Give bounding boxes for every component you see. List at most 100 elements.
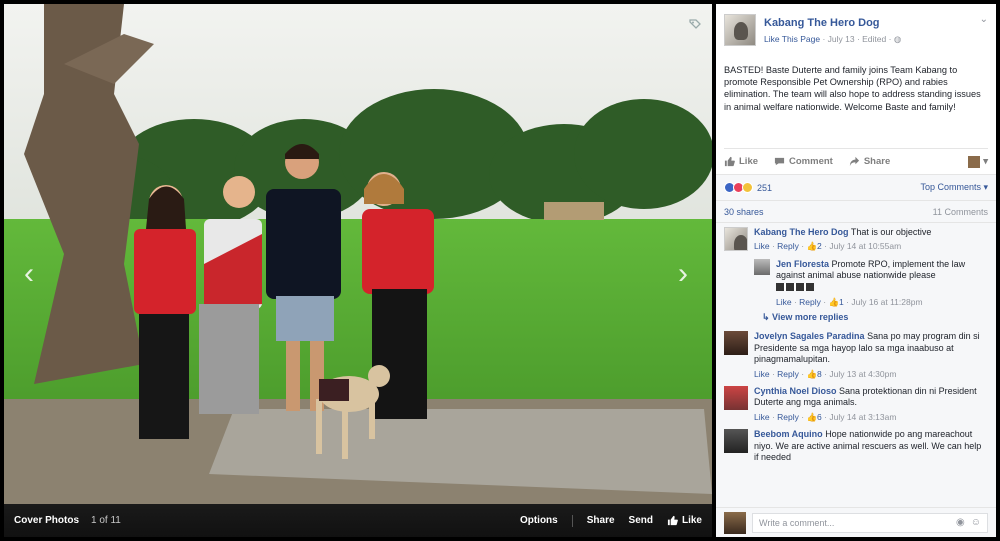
photo-bar-actions: Options Share Send Like xyxy=(520,514,702,527)
commenter-name[interactable]: Kabang The Hero Dog xyxy=(754,227,849,237)
like-page-link[interactable]: Like This Page xyxy=(764,34,820,44)
comment: Jovelyn Sagales Paradina Sana po may pro… xyxy=(724,331,988,380)
view-more-replies-link[interactable]: ↳ View more replies xyxy=(762,312,988,323)
commenter-name[interactable]: Jen Floresta xyxy=(776,259,829,269)
comment-body: Beebom Aquino Hope nationwide po ang mar… xyxy=(754,429,988,463)
post-header-text: Kabang The Hero Dog Like This Page · Jul… xyxy=(756,14,901,56)
send-button[interactable]: Send xyxy=(629,515,653,526)
shares-row: 30 shares 11 Comments xyxy=(716,200,996,222)
page-avatar[interactable] xyxy=(724,14,756,46)
thumbs-up-icon xyxy=(667,515,678,526)
photo xyxy=(4,4,712,504)
comment-like-link[interactable]: Like xyxy=(754,369,770,379)
write-comment-row: Write a comment... ◉ ☺ xyxy=(716,507,996,537)
edited-label[interactable]: Edited xyxy=(862,34,886,44)
emoji-row xyxy=(776,282,988,294)
comment-body: Jen Floresta Promote RPO, implement the … xyxy=(776,259,988,309)
like-label: Like xyxy=(681,515,702,526)
like-button[interactable]: Like xyxy=(667,515,702,526)
share-button[interactable]: Share xyxy=(587,515,615,526)
commenter-name[interactable]: Jovelyn Sagales Paradina xyxy=(754,331,865,341)
commenter-avatar[interactable] xyxy=(724,386,748,411)
comment-like-link[interactable]: Like xyxy=(776,297,792,307)
photo-stage: ‹ › Cover Photos 1 of 11 Options Share S… xyxy=(4,4,712,537)
thumbs-up-icon: 👍 xyxy=(806,241,818,252)
comment: Cynthia Noel Dioso Sana protektionan din… xyxy=(724,386,988,423)
album-name-link[interactable]: Cover Photos xyxy=(14,515,79,526)
comment-footer: Like · Reply · 👍1 · July 16 at 11:28pm xyxy=(776,297,923,308)
post-header: Kabang The Hero Dog Like This Page · Jul… xyxy=(716,4,996,56)
comment: Beebom Aquino Hope nationwide po ang mar… xyxy=(724,429,988,463)
comment-text: That is our objective xyxy=(850,227,932,237)
comment-reply: Jen Floresta Promote RPO, implement the … xyxy=(754,258,988,309)
commenter-avatar[interactable] xyxy=(724,429,748,454)
sticker-icon[interactable]: ☺ xyxy=(971,517,981,528)
reactions-row: 251 Top Comments ▾ xyxy=(716,174,996,200)
camera-icon[interactable]: ◉ xyxy=(956,517,965,528)
thumbs-up-icon: 👍 xyxy=(806,368,818,379)
comment-reply-link[interactable]: Reply xyxy=(777,241,799,251)
viewer-avatar xyxy=(968,155,981,168)
previous-photo-arrow-icon[interactable]: ‹ xyxy=(18,254,40,294)
comment-body: Cynthia Noel Dioso Sana protektionan din… xyxy=(754,386,988,423)
shares-link[interactable]: 30 shares xyxy=(724,207,764,217)
options-button[interactable]: Options xyxy=(520,515,558,526)
photo-bar: Cover Photos 1 of 11 Options Share Send … xyxy=(4,504,712,537)
post-text: BASTED! Baste Duterte and family joins T… xyxy=(724,65,981,112)
comment-footer: Like · Reply · 👍6 · July 14 at 3:13am xyxy=(754,411,897,422)
caret-down-icon: ▾ xyxy=(983,156,988,167)
share-icon xyxy=(849,156,859,167)
top-comments-dropdown[interactable]: Top Comments ▾ xyxy=(920,182,988,193)
chevron-down-icon[interactable]: ⌄ xyxy=(980,14,988,56)
top-comments-label: Top Comments xyxy=(920,182,981,192)
thumbs-up-icon: 👍 xyxy=(828,297,840,308)
thumbs-up-icon xyxy=(724,156,735,167)
wow-reaction-icon xyxy=(742,182,753,193)
comment-reply-link[interactable]: Reply xyxy=(799,297,821,307)
post-share-label: Share xyxy=(863,156,891,167)
comment-time[interactable]: July 14 at 3:13am xyxy=(829,412,896,422)
tag-icon[interactable] xyxy=(688,18,702,32)
globe-icon: ◍ xyxy=(893,34,902,44)
commenter-avatar[interactable] xyxy=(724,331,748,356)
comment-time[interactable]: July 16 at 11:28pm xyxy=(851,297,922,307)
comment-body: Jovelyn Sagales Paradina Sana po may pro… xyxy=(754,331,988,380)
viewer-selector[interactable]: ▾ xyxy=(968,155,988,168)
post-date[interactable]: July 13 xyxy=(828,34,855,44)
next-photo-arrow-icon[interactable]: › xyxy=(672,254,694,294)
post-like-button[interactable]: Like xyxy=(724,156,758,167)
comment-input-placeholder: Write a comment... xyxy=(759,517,835,528)
post-like-label: Like xyxy=(739,156,759,167)
comment-like-count[interactable]: 6 xyxy=(817,412,822,422)
commenter-name[interactable]: Cynthia Noel Dioso xyxy=(754,386,837,396)
comment-time[interactable]: July 13 at 4:30pm xyxy=(829,369,896,379)
commenter-avatar[interactable] xyxy=(754,258,770,275)
reaction-count[interactable]: 251 xyxy=(757,183,772,193)
comment-like-count[interactable]: 1 xyxy=(839,297,844,307)
comment-input-icons: ◉ ☺ xyxy=(956,517,981,528)
comment-like-count[interactable]: 8 xyxy=(817,369,822,379)
post-actions: Like Comment Share ▾ xyxy=(724,148,988,174)
post-meta: Like This Page · July 13 · Edited · ◍ xyxy=(764,34,902,44)
comment: Kabang The Hero Dog That is our objectiv… xyxy=(724,227,988,253)
comment-like-count[interactable]: 2 xyxy=(817,241,822,251)
post-comment-label: Comment xyxy=(789,156,833,167)
page-name-link[interactable]: Kabang The Hero Dog xyxy=(764,17,901,29)
photo-count: 1 of 11 xyxy=(91,515,121,526)
comment-like-link[interactable]: Like xyxy=(754,241,770,251)
comment-reply-link[interactable]: Reply xyxy=(777,369,799,379)
comment-time[interactable]: July 14 at 10:55am xyxy=(829,241,901,251)
post-comment-button[interactable]: Comment xyxy=(774,156,833,167)
comment-footer: Like · Reply · 👍2 · July 14 at 10:55am xyxy=(754,241,902,252)
commenter-name[interactable]: Beebom Aquino xyxy=(754,429,823,439)
comments-count: 11 Comments xyxy=(932,206,988,217)
view-more-label: View more replies xyxy=(772,312,849,323)
user-avatar xyxy=(724,511,746,534)
post-share-button[interactable]: Share xyxy=(849,156,890,167)
comment-like-link[interactable]: Like xyxy=(754,412,770,422)
comments-list: Kabang The Hero Dog That is our objectiv… xyxy=(716,222,996,512)
comment-input[interactable]: Write a comment... ◉ ☺ xyxy=(752,512,988,533)
commenter-avatar[interactable] xyxy=(724,227,748,251)
comment-reply-link[interactable]: Reply xyxy=(777,412,799,422)
comment-icon xyxy=(774,157,785,166)
